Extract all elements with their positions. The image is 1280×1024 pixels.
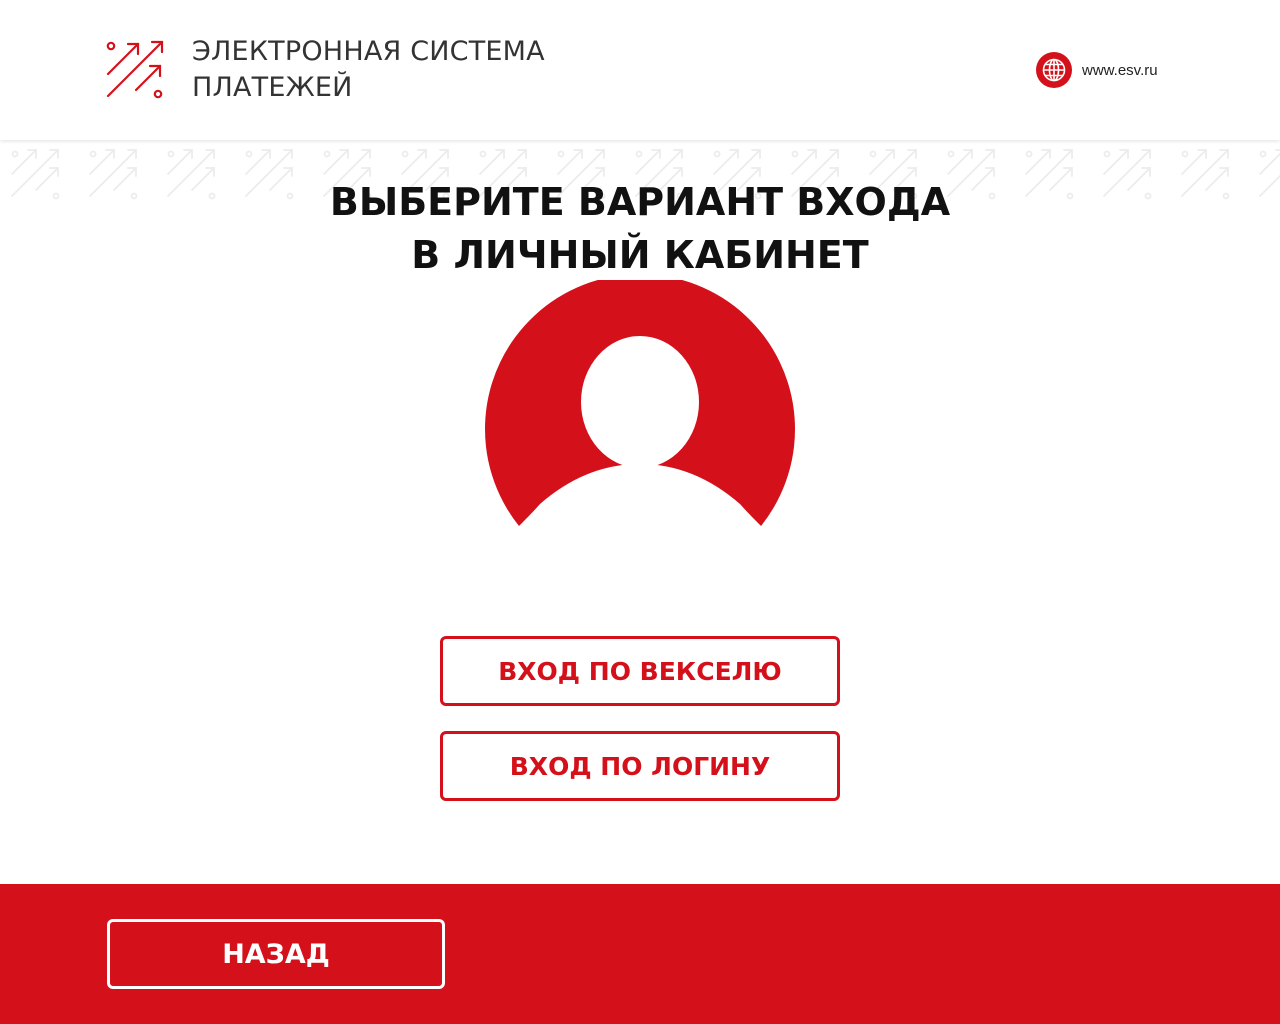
footer-bar: НАЗАД xyxy=(0,884,1280,1024)
login-by-bill-button[interactable]: ВХОД ПО ВЕКСЕЛЮ xyxy=(440,636,840,706)
brand-line-2: ПЛАТЕЖЕЙ xyxy=(192,72,353,103)
site-url: www.esv.ru xyxy=(1082,61,1158,79)
page-title-line-2: В ЛИЧНЫЙ КАБИНЕТ xyxy=(411,233,869,277)
arrows-logo-icon xyxy=(106,40,164,99)
brand-line-1: ЭЛЕКТРОННАЯ СИСТЕМА xyxy=(192,36,545,67)
header: ЭЛЕКТРОННАЯ СИСТЕМА ПЛАТЕЖЕЙ www.esv.ru xyxy=(0,0,1280,140)
page-title: ВЫБЕРИТЕ ВАРИАНТ ВХОДА В ЛИЧНЫЙ КАБИНЕТ xyxy=(0,176,1280,282)
user-avatar-icon xyxy=(485,280,795,526)
globe-icon xyxy=(1036,52,1072,88)
back-button[interactable]: НАЗАД xyxy=(107,919,445,989)
brand-name: ЭЛЕКТРОННАЯ СИСТЕМА ПЛАТЕЖЕЙ xyxy=(192,34,545,106)
page-title-line-1: ВЫБЕРИТЕ ВАРИАНТ ВХОДА xyxy=(329,180,951,224)
site-link[interactable]: www.esv.ru xyxy=(1036,52,1158,88)
login-by-username-button[interactable]: ВХОД ПО ЛОГИНУ xyxy=(440,731,840,801)
